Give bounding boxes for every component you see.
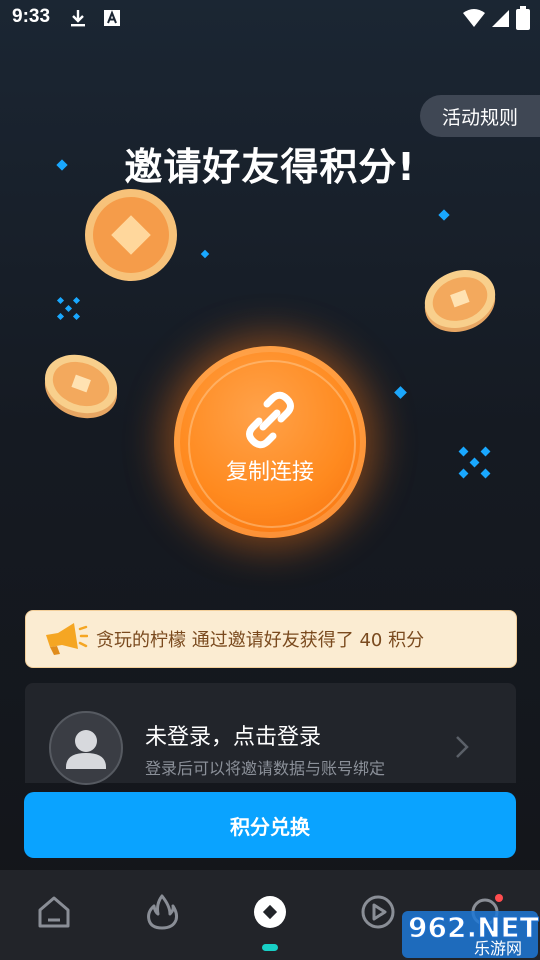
signal-icon [492, 10, 509, 27]
sparkle-decoration [438, 209, 450, 221]
chevron-right-icon [456, 736, 469, 758]
coin-icon [85, 189, 177, 281]
avatar [49, 711, 123, 785]
copy-link-button[interactable]: 复制连接 [174, 346, 366, 538]
login-title: 未登录，点击登录 [145, 725, 322, 750]
status-bar: 9:33 [0, 0, 540, 36]
fire-icon[interactable] [142, 892, 182, 932]
copy-link-label: 复制连接 [225, 460, 314, 485]
sparkle-cluster-decoration [458, 446, 491, 479]
activity-rules-button[interactable]: 活动规则 [420, 95, 540, 137]
coin-icon [424, 269, 496, 333]
home-icon[interactable] [34, 892, 74, 932]
sparkle-decoration [200, 249, 210, 259]
login-subtitle: 登录后可以将邀请数据与账号绑定 [145, 759, 386, 778]
redeem-points-button[interactable]: 积分兑换 [24, 792, 516, 858]
watermark-logo: 962.NET 乐游网 [402, 911, 539, 958]
font-icon [104, 10, 120, 26]
sparkle-cluster-decoration [56, 296, 81, 321]
download-icon [71, 10, 85, 27]
invite-icon[interactable] [250, 892, 290, 932]
notice-text: 贪玩的柠檬 通过邀请好友获得了 40 积分 [96, 630, 425, 651]
active-tab-indicator [262, 944, 278, 951]
link-icon [246, 391, 294, 449]
status-time: 9:33 [12, 6, 51, 27]
invite-notice-banner: 贪玩的柠檬 通过邀请好友获得了 40 积分 [25, 610, 517, 668]
watermark-line2: 乐游网 [474, 939, 522, 958]
play-icon[interactable] [358, 892, 398, 932]
sparkle-decoration [394, 386, 407, 399]
page-headline: 邀请好友得积分! [124, 145, 416, 189]
battery-icon [516, 6, 530, 30]
wifi-icon [463, 9, 485, 27]
login-card[interactable]: 未登录，点击登录 登录后可以将邀请数据与账号绑定 [25, 683, 516, 785]
user-icon [66, 730, 106, 769]
megaphone-icon [46, 623, 88, 655]
coin-icon [44, 354, 118, 419]
